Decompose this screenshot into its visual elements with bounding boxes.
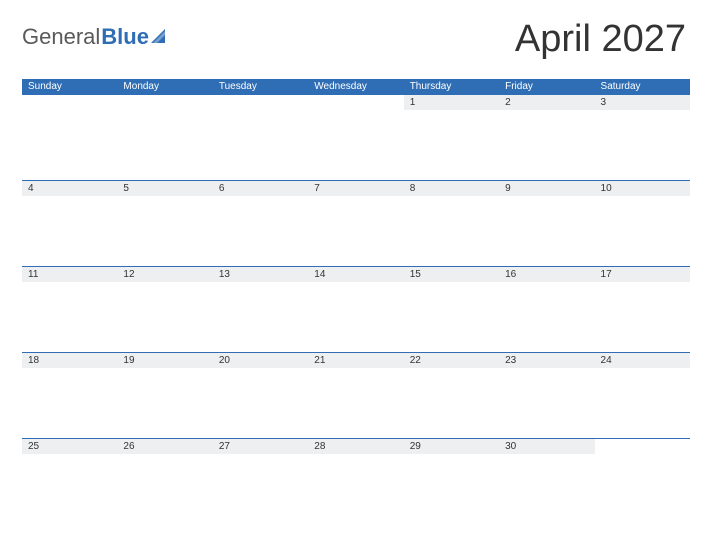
day-number: 25 [22,439,117,454]
day-number: 15 [404,267,499,282]
day-number: 14 [308,267,403,282]
logo-flag-icon [151,29,169,45]
day-number: 22 [404,353,499,368]
day-cell: 1 [404,95,499,180]
day-number: 12 [117,267,212,282]
day-number [595,439,690,454]
day-cell: 25 [22,439,117,524]
day-cell: 30 [499,439,594,524]
calendar-title: April 2027 [515,18,686,61]
calendar-grid: Sunday Monday Tuesday Wednesday Thursday… [22,79,690,524]
brand-part2: Blue [101,24,149,50]
day-number: 9 [499,181,594,196]
day-cell: 26 [117,439,212,524]
day-cell: 27 [213,439,308,524]
day-number: 8 [404,181,499,196]
day-number: 19 [117,353,212,368]
day-number: 26 [117,439,212,454]
day-number: 29 [404,439,499,454]
day-cell: 12 [117,267,212,352]
day-cell: 3 [595,95,690,180]
day-cell: 7 [308,181,403,266]
weekday-label: Saturday [595,79,690,95]
day-cell: 11 [22,267,117,352]
day-number: 24 [595,353,690,368]
weekday-label: Thursday [404,79,499,95]
weekday-label: Wednesday [308,79,403,95]
day-cell: 6 [213,181,308,266]
day-cell: 21 [308,353,403,438]
weekday-label: Friday [499,79,594,95]
day-cell [308,95,403,180]
day-number: 23 [499,353,594,368]
day-cell: 22 [404,353,499,438]
day-cell: 20 [213,353,308,438]
day-cell: 4 [22,181,117,266]
week-row: 18 19 20 21 22 23 24 [22,352,690,438]
day-number [213,95,308,110]
day-number: 5 [117,181,212,196]
day-number: 6 [213,181,308,196]
day-cell: 29 [404,439,499,524]
day-number: 16 [499,267,594,282]
day-cell: 23 [499,353,594,438]
day-cell: 10 [595,181,690,266]
day-number: 30 [499,439,594,454]
day-number: 11 [22,267,117,282]
week-row: 1 2 3 [22,95,690,180]
day-number: 7 [308,181,403,196]
day-number: 27 [213,439,308,454]
week-row: 11 12 13 14 15 16 17 [22,266,690,352]
day-number: 10 [595,181,690,196]
day-number: 1 [404,95,499,110]
weekday-header: Sunday Monday Tuesday Wednesday Thursday… [22,79,690,95]
header: General Blue April 2027 [22,18,690,61]
day-cell: 2 [499,95,594,180]
weekday-label: Tuesday [213,79,308,95]
day-number: 3 [595,95,690,110]
brand-part1: General [22,24,100,50]
day-cell [213,95,308,180]
week-row: 25 26 27 28 29 30 [22,438,690,524]
day-cell: 28 [308,439,403,524]
day-number: 13 [213,267,308,282]
day-cell: 5 [117,181,212,266]
day-number [117,95,212,110]
day-cell: 14 [308,267,403,352]
brand-logo: General Blue [22,24,169,50]
day-cell: 19 [117,353,212,438]
day-cell: 18 [22,353,117,438]
day-number: 2 [499,95,594,110]
day-cell: 17 [595,267,690,352]
day-cell: 16 [499,267,594,352]
day-cell: 13 [213,267,308,352]
day-cell: 8 [404,181,499,266]
day-cell [595,439,690,524]
day-number: 17 [595,267,690,282]
weekday-label: Monday [117,79,212,95]
day-cell: 9 [499,181,594,266]
day-number: 18 [22,353,117,368]
day-number [22,95,117,110]
day-number: 20 [213,353,308,368]
day-cell: 24 [595,353,690,438]
day-cell [22,95,117,180]
week-row: 4 5 6 7 8 9 10 [22,180,690,266]
day-number: 28 [308,439,403,454]
day-number: 21 [308,353,403,368]
day-cell [117,95,212,180]
day-number [308,95,403,110]
day-cell: 15 [404,267,499,352]
weekday-label: Sunday [22,79,117,95]
day-number: 4 [22,181,117,196]
